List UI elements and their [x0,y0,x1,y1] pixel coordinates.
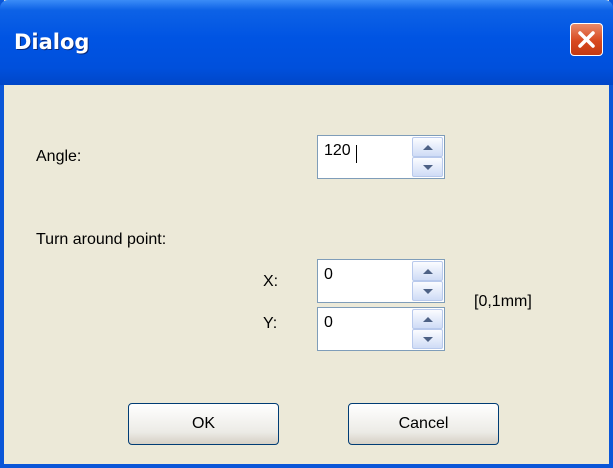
window-title: Dialog [14,30,90,54]
turn-around-point-label: Turn around point: [36,231,167,248]
arrow-up-icon [423,317,433,322]
dialog-body: Angle: 120 Turn around point: X: 0 [0,1m… [4,85,609,464]
close-button[interactable] [570,23,603,56]
arrow-down-icon [423,165,433,170]
angle-value: 120 [324,142,351,159]
unit-label: [0,1mm] [474,293,532,310]
x-spin-buttons [412,261,443,301]
angle-label: Angle: [36,148,82,165]
cancel-button[interactable]: Cancel [348,403,499,445]
arrow-up-icon [423,145,433,150]
y-spin-buttons [412,309,443,349]
x-decrement-button[interactable] [412,281,443,301]
x-spinbox[interactable]: 0 [317,259,445,303]
dialog-window: Dialog Angle: 120 Turn around point: X: [0,0,613,468]
title-bar[interactable]: Dialog [0,0,613,85]
ok-button[interactable]: OK [128,403,279,445]
arrow-down-icon [423,337,433,342]
text-caret [356,145,357,163]
y-increment-button[interactable] [412,309,443,329]
arrow-down-icon [423,289,433,294]
y-label: Y: [263,315,278,332]
angle-spin-buttons [412,137,443,177]
y-decrement-button[interactable] [412,329,443,349]
x-increment-button[interactable] [412,261,443,281]
x-value: 0 [324,266,333,283]
y-spinbox[interactable]: 0 [317,307,445,351]
y-value: 0 [324,314,333,331]
close-icon [578,31,595,48]
angle-spinbox[interactable]: 120 [317,135,445,179]
x-label: X: [263,273,279,290]
angle-decrement-button[interactable] [412,157,443,177]
arrow-up-icon [423,269,433,274]
angle-increment-button[interactable] [412,137,443,157]
